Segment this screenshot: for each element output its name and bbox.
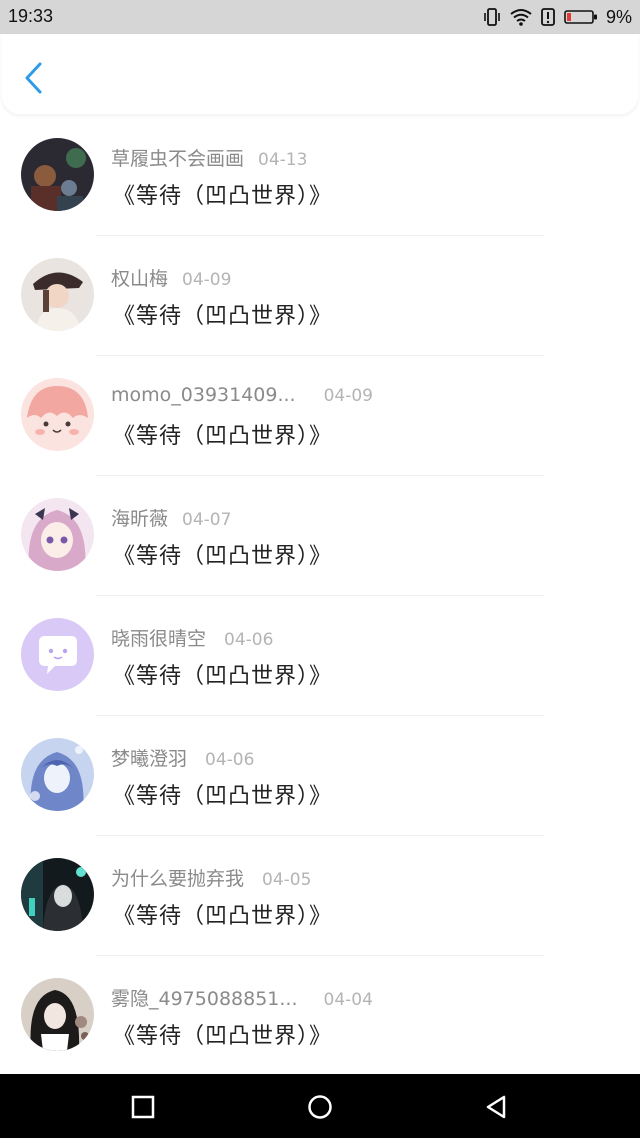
item-meta: 海昕薇 04-07 — [111, 504, 231, 532]
post-date: 04-13 — [258, 150, 308, 170]
wifi-icon — [502, 7, 532, 27]
user-name[interactable]: 海昕薇 — [111, 508, 168, 530]
back-triangle-icon — [486, 1095, 506, 1119]
avatar[interactable] — [21, 978, 94, 1051]
list-item[interactable]: 为什么要抛弃我 04-05 《等待（凹凸世界）》 — [0, 836, 640, 956]
user-name[interactable]: 草履虫不会画画 — [111, 148, 244, 170]
avatar[interactable] — [21, 618, 94, 691]
post-date: 04-07 — [182, 510, 232, 530]
item-meta: 草履虫不会画画 04-13 — [111, 144, 307, 172]
alert-icon — [532, 7, 556, 27]
battery-icon — [556, 7, 598, 27]
user-name[interactable]: 梦曦澄羽 — [111, 748, 187, 770]
post-title[interactable]: 《等待（凹凸世界）》 — [113, 898, 332, 930]
item-meta: 梦曦澄羽 04-06 — [111, 744, 254, 772]
status-icons: 9% — [474, 5, 632, 29]
avatar[interactable] — [21, 378, 94, 451]
home-button[interactable] — [305, 1092, 335, 1122]
vibrate-icon — [474, 7, 502, 27]
post-title[interactable]: 《等待（凹凸世界）》 — [113, 178, 332, 210]
post-title[interactable]: 《等待（凹凸世界）》 — [113, 298, 332, 330]
top-app-bar — [2, 34, 638, 114]
list-item[interactable]: 草履虫不会画画 04-13 《等待（凹凸世界）》 — [0, 116, 640, 236]
list-item[interactable]: 梦曦澄羽 04-06 《等待（凹凸世界）》 — [0, 716, 640, 836]
list-item[interactable]: 海昕薇 04-07 《等待（凹凸世界）》 — [0, 476, 640, 596]
avatar[interactable] — [21, 858, 94, 931]
avatar[interactable] — [21, 258, 94, 331]
system-nav-bar — [0, 1074, 640, 1138]
user-list: 草履虫不会画画 04-13 《等待（凹凸世界）》 权山梅 04-09 《等待（凹凸世… — [0, 116, 640, 1076]
post-date: 04-09 — [182, 270, 232, 290]
post-title[interactable]: 《等待（凹凸世界）》 — [113, 1018, 332, 1050]
battery-percent: 9% — [605, 6, 632, 27]
chevron-left-icon — [25, 62, 42, 94]
user-name[interactable]: momo_03931409... — [111, 384, 296, 406]
item-meta: 晓雨很晴空 04-06 — [111, 624, 273, 652]
post-title[interactable]: 《等待（凹凸世界）》 — [113, 418, 332, 450]
item-meta: 雾隐_4975088851... 04-04 — [111, 984, 373, 1012]
list-item[interactable]: momo_03931409... 04-09 《等待（凹凸世界）》 — [0, 356, 640, 476]
status-time: 19:33 — [8, 6, 54, 26]
screen: 19:33 9% 草履虫不会画画 04-13 《等待（凹凸世界）》 权山梅 04… — [0, 0, 640, 1138]
post-date: 04-06 — [205, 750, 255, 770]
post-date: 04-06 — [224, 630, 274, 650]
home-circle-icon — [308, 1095, 332, 1119]
avatar[interactable] — [21, 138, 94, 211]
back-button[interactable] — [20, 60, 50, 96]
post-date: 04-05 — [262, 870, 312, 890]
list-item[interactable]: 权山梅 04-09 《等待（凹凸世界）》 — [0, 236, 640, 356]
post-title[interactable]: 《等待（凹凸世界）》 — [113, 778, 332, 810]
post-date: 04-09 — [323, 386, 373, 406]
status-bar: 19:33 9% — [0, 0, 640, 34]
avatar[interactable] — [21, 498, 94, 571]
chat-bubble-icon — [21, 618, 94, 691]
item-meta: 为什么要抛弃我 04-05 — [111, 864, 311, 892]
user-name[interactable]: 为什么要抛弃我 — [111, 868, 244, 890]
recents-square-icon — [131, 1095, 155, 1119]
avatar[interactable] — [21, 738, 94, 811]
list-item[interactable]: 雾隐_4975088851... 04-04 《等待（凹凸世界）》 — [0, 956, 640, 1076]
list-item[interactable]: 晓雨很晴空 04-06 《等待（凹凸世界）》 — [0, 596, 640, 716]
post-title[interactable]: 《等待（凹凸世界）》 — [113, 538, 332, 570]
user-name[interactable]: 雾隐_4975088851... — [111, 988, 298, 1010]
item-meta: 权山梅 04-09 — [111, 264, 231, 292]
post-date: 04-04 — [323, 990, 373, 1010]
post-title[interactable]: 《等待（凹凸世界）》 — [113, 658, 332, 690]
recents-button[interactable] — [128, 1092, 158, 1122]
nav-back-button[interactable] — [482, 1092, 512, 1122]
user-name[interactable]: 权山梅 — [111, 268, 168, 290]
item-meta: momo_03931409... 04-09 — [111, 384, 373, 412]
user-name[interactable]: 晓雨很晴空 — [111, 628, 206, 650]
